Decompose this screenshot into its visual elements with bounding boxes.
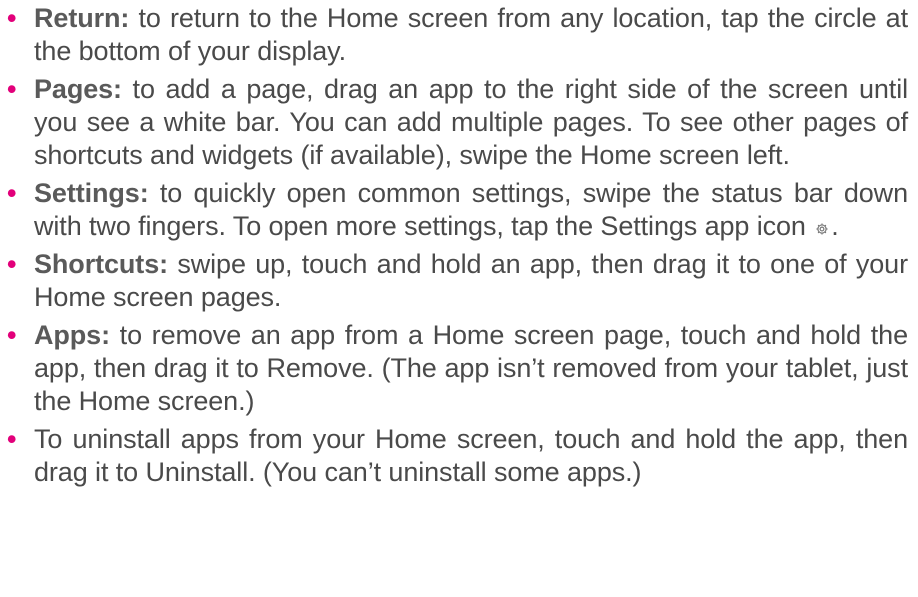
list-item-apps: • Apps: to remove an app from a Home scr… — [7, 319, 908, 418]
bullet-marker: • — [7, 178, 17, 208]
term-label: Apps: — [34, 320, 110, 350]
item-text: to remove an app from a Home screen page… — [34, 320, 908, 416]
bullet-marker: • — [7, 3, 17, 33]
list-item-shortcuts: • Shortcuts: swipe up, touch and hold an… — [7, 248, 908, 314]
list-item-return: • Return: to return to the Home screen f… — [7, 2, 908, 68]
item-text-end: . — [831, 211, 839, 241]
document-page: • Return: to return to the Home screen f… — [0, 0, 918, 489]
item-text: to add a page, drag an app to the right … — [34, 74, 908, 170]
bullet-marker: • — [7, 249, 17, 279]
term-label: Return: — [34, 3, 130, 33]
item-text: To uninstall apps from your Home screen,… — [34, 424, 908, 487]
bullet-marker: • — [7, 320, 17, 350]
term-label: Shortcuts: — [34, 249, 169, 279]
bullet-marker: • — [7, 74, 17, 104]
term-label: Pages: — [34, 74, 122, 104]
item-text: to return to the Home screen from any lo… — [34, 3, 908, 66]
item-text: to quickly open common settings, swipe t… — [34, 178, 908, 241]
gear-icon — [815, 211, 829, 235]
term-label: Settings: — [34, 178, 149, 208]
bullet-list: • Return: to return to the Home screen f… — [7, 2, 908, 489]
list-item-pages: • Pages: to add a page, drag an app to t… — [7, 73, 908, 172]
bullet-marker: • — [7, 424, 17, 454]
list-item-settings: • Settings: to quickly open common setti… — [7, 177, 908, 243]
list-item-uninstall: • To uninstall apps from your Home scree… — [7, 423, 908, 489]
